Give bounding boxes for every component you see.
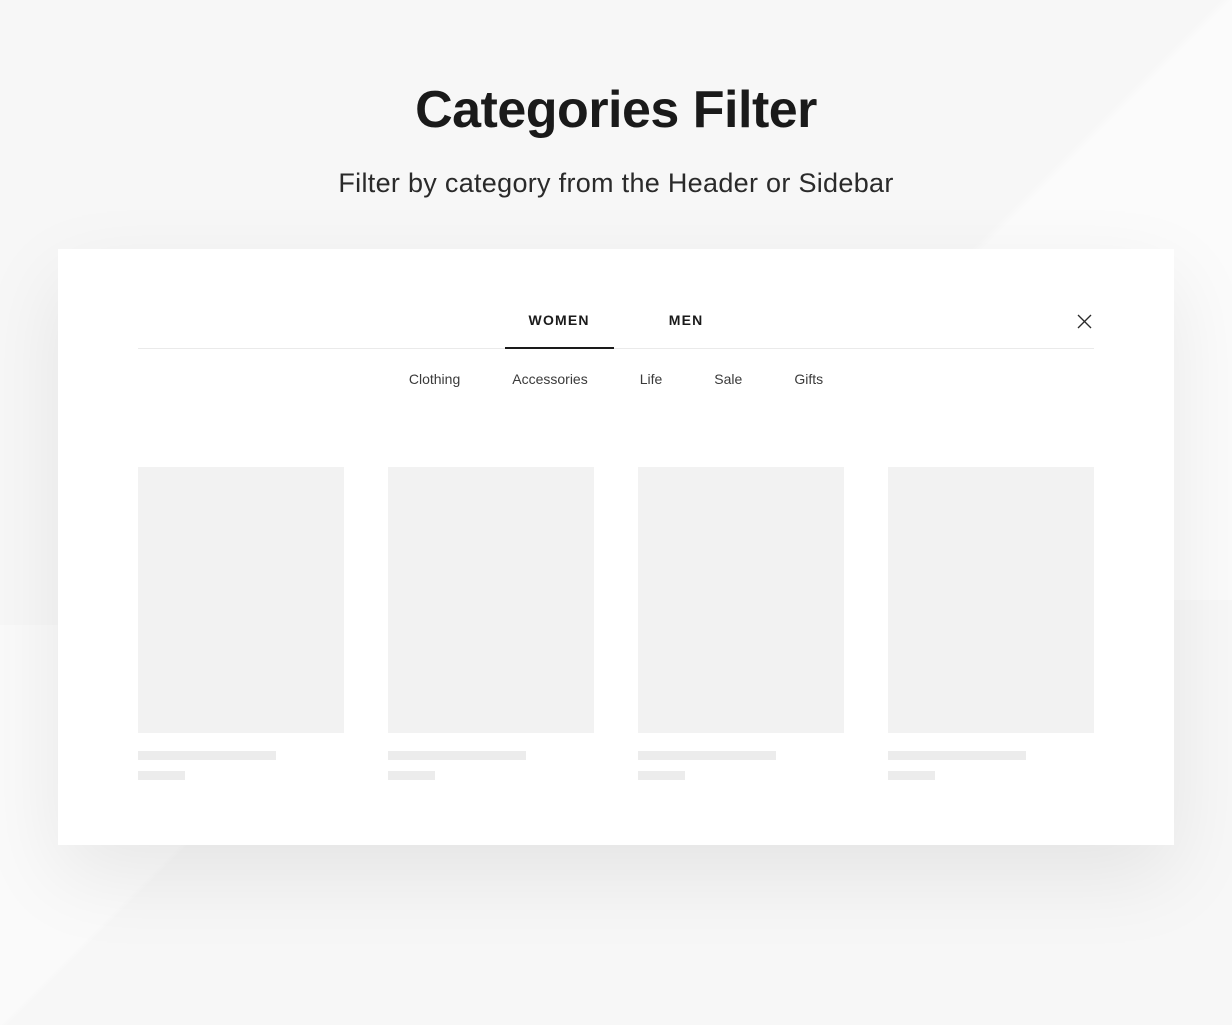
product-price-skeleton [888,771,935,780]
product-card[interactable] [638,467,844,780]
product-title-skeleton [138,751,276,760]
product-card[interactable] [888,467,1094,780]
product-title-skeleton [888,751,1026,760]
filter-panel: WOMEN MEN Clothing Accessories Life Sale… [58,249,1174,845]
product-image-skeleton [638,467,844,733]
product-image-skeleton [138,467,344,733]
primary-tabs: WOMEN MEN [138,294,1094,349]
tab-life[interactable]: Life [640,371,663,387]
product-card[interactable] [388,467,594,780]
product-title-skeleton [388,751,526,760]
product-price-skeleton [138,771,185,780]
tab-men[interactable]: MEN [657,294,716,348]
tab-gifts[interactable]: Gifts [794,371,823,387]
product-image-skeleton [888,467,1094,733]
product-price-skeleton [388,771,435,780]
product-price-skeleton [638,771,685,780]
secondary-tabs: Clothing Accessories Life Sale Gifts [138,349,1094,397]
page-subtitle: Filter by category from the Header or Si… [0,168,1232,199]
page-header: Categories Filter Filter by category fro… [0,0,1232,249]
tab-sale[interactable]: Sale [714,371,742,387]
tab-accessories[interactable]: Accessories [512,371,587,387]
page-title: Categories Filter [0,80,1232,140]
products-grid [138,467,1094,780]
tab-women[interactable]: WOMEN [517,294,602,348]
tab-clothing[interactable]: Clothing [409,371,460,387]
product-image-skeleton [388,467,594,733]
product-title-skeleton [638,751,776,760]
product-card[interactable] [138,467,344,780]
